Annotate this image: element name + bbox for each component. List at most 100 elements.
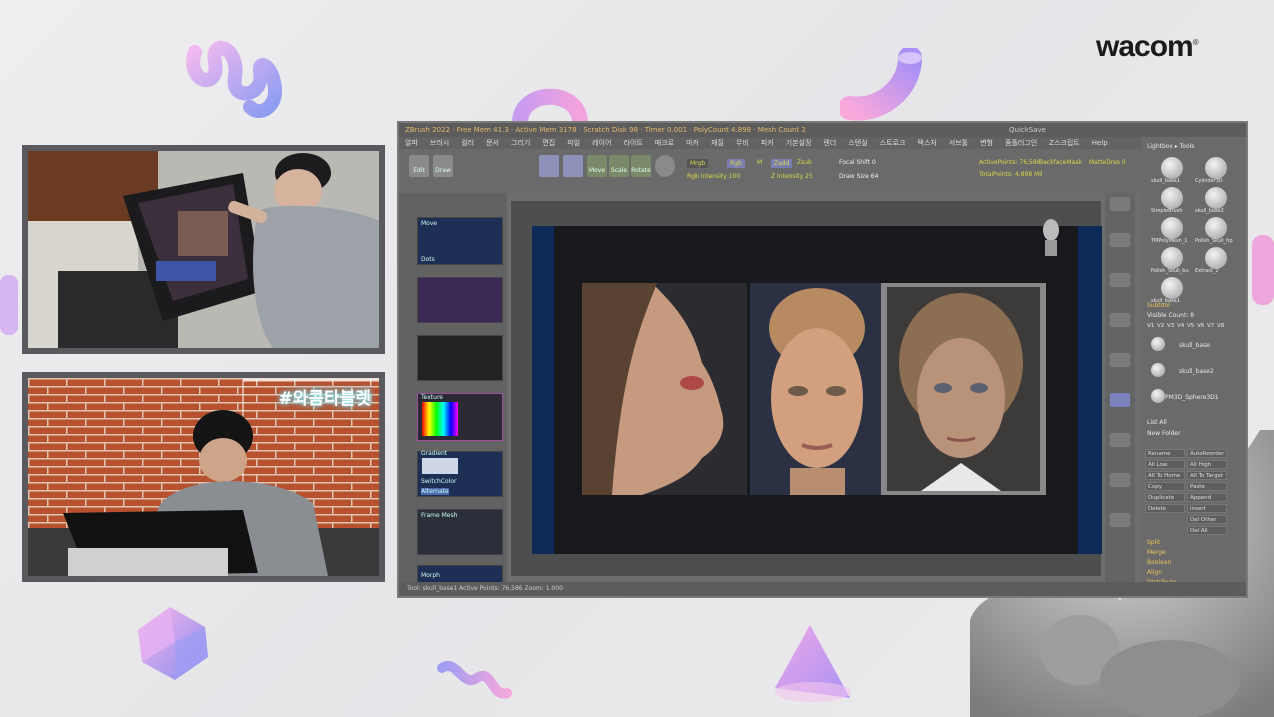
rgb-toggle[interactable]: Rgb xyxy=(727,159,745,168)
menu-item[interactable]: 렌더 xyxy=(823,139,836,147)
lightbox-button[interactable]: Lightbox ▸ Tools xyxy=(1147,143,1194,150)
subtool-action-button[interactable]: Del All xyxy=(1187,526,1227,535)
view-gizmo-head[interactable] xyxy=(1040,218,1062,258)
sphere-button[interactable] xyxy=(655,155,675,177)
shelf-button-8[interactable] xyxy=(1110,473,1130,487)
zadd-toggle[interactable]: Zadd xyxy=(771,159,793,168)
subtool-action-button[interactable]: Copy xyxy=(1145,482,1185,491)
subtool-action-button[interactable]: Insert xyxy=(1187,504,1227,513)
texture-thumb[interactable]: Texture xyxy=(417,393,503,441)
version-button[interactable]: V3 xyxy=(1167,323,1174,329)
list-all-button[interactable]: List All xyxy=(1147,419,1167,426)
subtool-action-button[interactable]: Del Other xyxy=(1187,515,1227,524)
subtool-thumbnail[interactable]: skull_base2 xyxy=(1195,187,1237,215)
subtool-footer-item[interactable]: Boolean xyxy=(1147,559,1171,566)
new-folder-button[interactable]: New Folder xyxy=(1147,430,1181,437)
shelf-button-3[interactable] xyxy=(1110,273,1130,287)
rotate-button[interactable]: Rotate xyxy=(631,155,651,177)
reference-image-canvas[interactable] xyxy=(554,219,1078,554)
shelf-button-1[interactable] xyxy=(1110,197,1130,211)
version-button[interactable]: V2 xyxy=(1157,323,1164,329)
shelf-button-9[interactable] xyxy=(1110,513,1130,527)
menu-item[interactable]: 알파 xyxy=(405,139,418,147)
subtool-thumbnail[interactable]: Extract_2 xyxy=(1195,247,1237,275)
menu-item[interactable]: 변형 xyxy=(980,139,993,147)
menu-item[interactable]: 서브툴 xyxy=(949,139,968,147)
document-canvas[interactable] xyxy=(532,219,1102,554)
mattedres-slider[interactable]: MatteDres 0 xyxy=(1089,159,1126,166)
shelf-button-5[interactable] xyxy=(1110,353,1130,367)
subtool-action-button[interactable]: All High xyxy=(1187,460,1227,469)
reference-thumb-2[interactable] xyxy=(417,335,503,381)
menu-item[interactable]: 레이어 xyxy=(592,139,611,147)
menu-item[interactable]: Z스크립트 xyxy=(1049,139,1080,147)
draw-mode-button[interactable] xyxy=(563,155,583,177)
menu-item[interactable]: 스텐실 xyxy=(848,139,867,147)
mrgb-toggle[interactable]: Mrgb xyxy=(687,159,709,168)
focal-shift-slider[interactable]: Focal Shift 0 xyxy=(839,159,876,166)
version-button[interactable]: V4 xyxy=(1177,323,1184,329)
subtool-action-button[interactable]: All To Home xyxy=(1145,471,1185,480)
version-button[interactable]: V5 xyxy=(1187,323,1194,329)
subtool-thumbnail[interactable]: skull_base1 xyxy=(1151,277,1193,305)
reference-thumb-1[interactable] xyxy=(417,277,503,323)
subtool-action-button[interactable]: Append xyxy=(1187,493,1227,502)
menu-item[interactable]: 매크로 xyxy=(655,139,674,147)
shelf-button-7[interactable] xyxy=(1110,433,1130,447)
menu-item[interactable]: 브러시 xyxy=(430,139,449,147)
move-button[interactable]: Move xyxy=(587,155,607,177)
zsub-toggle[interactable]: Zsub xyxy=(797,159,812,166)
viewport-area[interactable] xyxy=(511,201,1102,576)
visible-count[interactable]: Visible Count: 8 xyxy=(1147,312,1194,319)
menu-item[interactable]: Help xyxy=(1092,139,1108,147)
menu-item[interactable]: 마커 xyxy=(686,139,699,147)
subtool-footer-item[interactable]: Merge xyxy=(1147,549,1166,556)
version-button[interactable]: V1 xyxy=(1147,323,1154,329)
menu-item[interactable]: 라이트 xyxy=(623,139,642,147)
subtool-list-item[interactable]: PM3D_Sphere3D1 xyxy=(1165,394,1219,401)
subtool-thumbnail[interactable]: skull_base1 xyxy=(1151,157,1193,185)
subtool-thumbnail[interactable]: SimpleBrush xyxy=(1151,187,1193,215)
version-button[interactable]: V8 xyxy=(1217,323,1224,329)
edit-button[interactable]: Edit xyxy=(409,155,429,177)
subtool-thumbnail[interactable]: Polish_Skull_hp xyxy=(1195,217,1237,245)
menu-item[interactable]: 문서 xyxy=(486,139,499,147)
subtool-list-item[interactable]: skull_base2 xyxy=(1179,368,1214,375)
subtool-action-button[interactable]: AutoReorder xyxy=(1187,449,1227,458)
edit-mode-button[interactable] xyxy=(539,155,559,177)
subtool-action-button[interactable]: Delete xyxy=(1145,504,1185,513)
subtool-header[interactable]: Subtool xyxy=(1147,302,1170,309)
subtool-list-item[interactable]: skull_base xyxy=(1179,342,1210,349)
z-intensity-slider[interactable]: Z Intensity 25 xyxy=(771,173,813,180)
subtool-action-button[interactable]: Duplicate xyxy=(1145,493,1185,502)
menu-item[interactable]: 기본설정 xyxy=(786,139,812,147)
subtool-thumbnail[interactable]: Cylinder3D xyxy=(1195,157,1237,185)
menu-item[interactable]: 무비 xyxy=(736,139,749,147)
subtool-action-button[interactable]: All Low xyxy=(1145,460,1185,469)
draw-size-slider[interactable]: Draw Size 64 xyxy=(839,173,878,180)
m-toggle[interactable]: M xyxy=(757,159,762,166)
frame-mesh-thumb[interactable]: Frame Mesh xyxy=(417,509,503,555)
subtool-action-button[interactable]: Paste xyxy=(1187,482,1227,491)
subtool-footer-item[interactable]: Align xyxy=(1147,569,1162,576)
menu-item[interactable]: 편집 xyxy=(542,139,555,147)
rgb-intensity-slider[interactable]: Rgb Intensity 100 xyxy=(687,173,740,180)
shelf-button-4[interactable] xyxy=(1110,313,1130,327)
menu-item[interactable]: 줌플러그인 xyxy=(1005,139,1037,147)
subtool-thumbnail[interactable]: Polish_Skull_bu xyxy=(1151,247,1193,275)
menu-item[interactable]: 재질 xyxy=(711,139,724,147)
version-button[interactable]: V7 xyxy=(1207,323,1214,329)
menu-item[interactable]: 피커 xyxy=(761,139,774,147)
subtool-footer-item[interactable]: Split xyxy=(1147,539,1160,546)
shelf-button-2[interactable] xyxy=(1110,233,1130,247)
draw-button[interactable]: Draw xyxy=(433,155,453,177)
backface-mask-toggle[interactable]: BackfaceMask xyxy=(1039,159,1082,166)
menu-item[interactable]: 그리기 xyxy=(511,139,530,147)
gradient-swatch[interactable] xyxy=(422,458,458,474)
menu-item[interactable]: 스트로크 xyxy=(880,139,906,147)
stroke-thumb[interactable]: Move Dots xyxy=(417,217,503,265)
gradient-panel[interactable]: Gradient SwitchColor Alternate xyxy=(417,450,503,497)
shelf-button-6[interactable] xyxy=(1110,393,1130,407)
subtool-thumbnail[interactable]: TMPolyMesh_1 xyxy=(1151,217,1193,245)
subtool-action-button[interactable]: Rename xyxy=(1145,449,1185,458)
